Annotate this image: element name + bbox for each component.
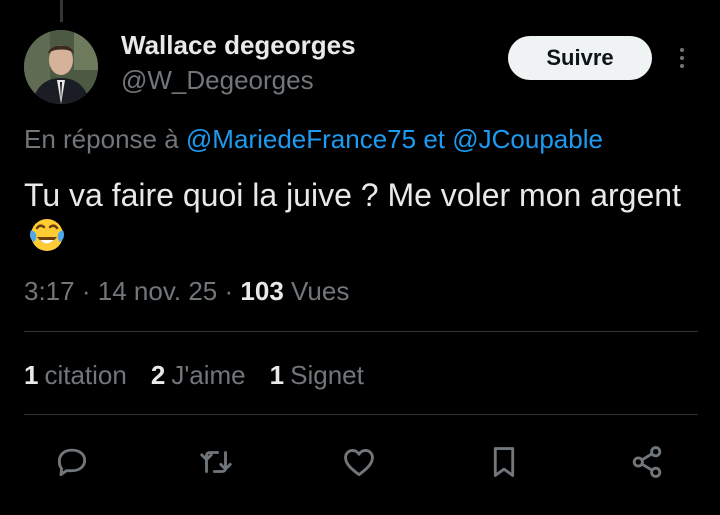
heart-icon[interactable]: [339, 442, 379, 482]
divider: [24, 331, 698, 332]
tweet-time[interactable]: 3:17: [24, 276, 75, 306]
likes-stat[interactable]: 2 J'aime: [151, 360, 246, 391]
engagement-stats: 1 citation 2 J'aime 1 Signet: [24, 360, 364, 391]
bookmarks-stat[interactable]: 1 Signet: [270, 360, 364, 391]
divider: [24, 414, 698, 415]
meta-separator: ·: [224, 276, 234, 306]
tweet-date[interactable]: 14 nov. 25: [98, 276, 218, 306]
views-count: 103: [240, 276, 284, 306]
author-handle[interactable]: @W_Degeorges: [121, 65, 314, 96]
follow-button[interactable]: Suivre: [508, 36, 652, 80]
meta-separator: ·: [81, 276, 91, 306]
tweet-body: Tu va faire quoi la juive ? Me voler mon…: [24, 177, 681, 213]
reply-conjunction: et: [423, 124, 445, 154]
avatar[interactable]: [24, 30, 98, 104]
views-label: Vues: [291, 276, 350, 306]
quotes-stat[interactable]: 1 citation: [24, 360, 127, 391]
mention-link[interactable]: @MariedeFrance75: [186, 124, 416, 154]
more-icon[interactable]: [670, 42, 694, 74]
tweet-text: Tu va faire quoi la juive ? Me voler mon…: [24, 172, 684, 266]
bookmarks-count: 1: [269, 360, 285, 390]
reply-context: En réponse à @MariedeFrance75 et @JCoupa…: [24, 124, 603, 155]
tweet-meta: 3:17 · 14 nov. 25 · 103 Vues: [24, 276, 349, 307]
mention-link[interactable]: @JCoupable: [452, 124, 603, 154]
bookmark-icon[interactable]: [484, 442, 524, 482]
reply-prefix: En réponse à: [24, 124, 179, 154]
retweet-icon[interactable]: [196, 442, 236, 482]
share-icon[interactable]: [627, 442, 667, 482]
likes-label: J'aime: [171, 360, 246, 390]
quotes-label: citation: [44, 360, 127, 390]
face-with-tears-of-joy-icon: [28, 216, 66, 266]
likes-count: 2: [150, 360, 166, 390]
reply-icon[interactable]: [52, 442, 92, 482]
quotes-count: 1: [24, 360, 39, 390]
author-name[interactable]: Wallace degeorges: [121, 30, 356, 61]
bookmarks-label: Signet: [290, 360, 364, 390]
thread-connector-line: [60, 0, 63, 22]
